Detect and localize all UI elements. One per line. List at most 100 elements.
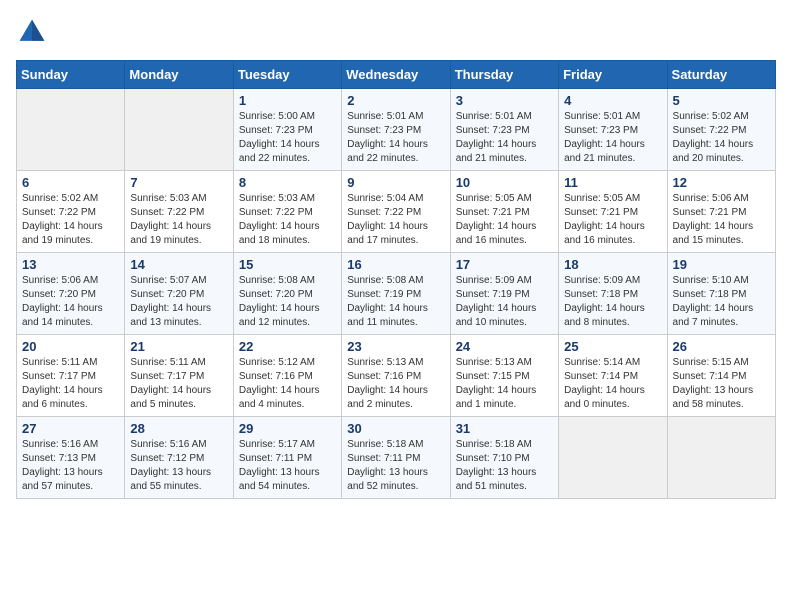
cell-info: Sunrise: 5:02 AM Sunset: 7:22 PM Dayligh… bbox=[673, 110, 770, 166]
cell-info: Sunrise: 5:11 AM Sunset: 7:17 PM Dayligh… bbox=[22, 356, 119, 412]
cell-info: Sunrise: 5:03 AM Sunset: 7:22 PM Dayligh… bbox=[239, 192, 336, 248]
day-number: 5 bbox=[673, 93, 770, 108]
day-number: 19 bbox=[673, 257, 770, 272]
calendar-cell: 28 Sunrise: 5:16 AM Sunset: 7:12 PM Dayli… bbox=[125, 417, 233, 499]
calendar-cell: 29 Sunrise: 5:17 AM Sunset: 7:11 PM Dayli… bbox=[233, 417, 341, 499]
day-number: 18 bbox=[564, 257, 661, 272]
calendar-cell: 17 Sunrise: 5:09 AM Sunset: 7:19 PM Dayli… bbox=[450, 253, 558, 335]
day-number: 16 bbox=[347, 257, 444, 272]
day-number: 4 bbox=[564, 93, 661, 108]
cell-info: Sunrise: 5:01 AM Sunset: 7:23 PM Dayligh… bbox=[564, 110, 661, 166]
cell-info: Sunrise: 5:12 AM Sunset: 7:16 PM Dayligh… bbox=[239, 356, 336, 412]
cell-info: Sunrise: 5:01 AM Sunset: 7:23 PM Dayligh… bbox=[456, 110, 553, 166]
cell-info: Sunrise: 5:17 AM Sunset: 7:11 PM Dayligh… bbox=[239, 438, 336, 494]
logo-icon bbox=[16, 16, 48, 48]
calendar-cell: 21 Sunrise: 5:11 AM Sunset: 7:17 PM Dayli… bbox=[125, 335, 233, 417]
calendar-cell bbox=[125, 89, 233, 171]
calendar-cell: 10 Sunrise: 5:05 AM Sunset: 7:21 PM Dayli… bbox=[450, 171, 558, 253]
day-number: 12 bbox=[673, 175, 770, 190]
day-number: 7 bbox=[130, 175, 227, 190]
cell-info: Sunrise: 5:07 AM Sunset: 7:20 PM Dayligh… bbox=[130, 274, 227, 330]
weekday-header-monday: Monday bbox=[125, 61, 233, 89]
calendar-cell: 15 Sunrise: 5:08 AM Sunset: 7:20 PM Dayli… bbox=[233, 253, 341, 335]
calendar-cell bbox=[667, 417, 775, 499]
cell-info: Sunrise: 5:18 AM Sunset: 7:11 PM Dayligh… bbox=[347, 438, 444, 494]
day-number: 30 bbox=[347, 421, 444, 436]
cell-info: Sunrise: 5:08 AM Sunset: 7:19 PM Dayligh… bbox=[347, 274, 444, 330]
calendar-cell: 12 Sunrise: 5:06 AM Sunset: 7:21 PM Dayli… bbox=[667, 171, 775, 253]
calendar-cell: 9 Sunrise: 5:04 AM Sunset: 7:22 PM Daylig… bbox=[342, 171, 450, 253]
calendar-cell bbox=[17, 89, 125, 171]
calendar-cell: 22 Sunrise: 5:12 AM Sunset: 7:16 PM Dayli… bbox=[233, 335, 341, 417]
cell-info: Sunrise: 5:06 AM Sunset: 7:21 PM Dayligh… bbox=[673, 192, 770, 248]
day-number: 17 bbox=[456, 257, 553, 272]
weekday-header-row: SundayMondayTuesdayWednesdayThursdayFrid… bbox=[17, 61, 776, 89]
weekday-header-wednesday: Wednesday bbox=[342, 61, 450, 89]
cell-info: Sunrise: 5:15 AM Sunset: 7:14 PM Dayligh… bbox=[673, 356, 770, 412]
calendar-cell: 5 Sunrise: 5:02 AM Sunset: 7:22 PM Daylig… bbox=[667, 89, 775, 171]
cell-info: Sunrise: 5:08 AM Sunset: 7:20 PM Dayligh… bbox=[239, 274, 336, 330]
calendar-cell: 2 Sunrise: 5:01 AM Sunset: 7:23 PM Daylig… bbox=[342, 89, 450, 171]
day-number: 10 bbox=[456, 175, 553, 190]
cell-info: Sunrise: 5:06 AM Sunset: 7:20 PM Dayligh… bbox=[22, 274, 119, 330]
calendar-cell: 8 Sunrise: 5:03 AM Sunset: 7:22 PM Daylig… bbox=[233, 171, 341, 253]
logo bbox=[16, 16, 52, 48]
calendar-cell bbox=[559, 417, 667, 499]
week-row-2: 6 Sunrise: 5:02 AM Sunset: 7:22 PM Daylig… bbox=[17, 171, 776, 253]
calendar-cell: 25 Sunrise: 5:14 AM Sunset: 7:14 PM Dayli… bbox=[559, 335, 667, 417]
cell-info: Sunrise: 5:04 AM Sunset: 7:22 PM Dayligh… bbox=[347, 192, 444, 248]
day-number: 2 bbox=[347, 93, 444, 108]
weekday-header-thursday: Thursday bbox=[450, 61, 558, 89]
calendar-cell: 30 Sunrise: 5:18 AM Sunset: 7:11 PM Dayli… bbox=[342, 417, 450, 499]
day-number: 6 bbox=[22, 175, 119, 190]
day-number: 13 bbox=[22, 257, 119, 272]
day-number: 27 bbox=[22, 421, 119, 436]
calendar-cell: 23Sunrise: 5:13 AM Sunset: 7:16 PM Dayli… bbox=[342, 335, 450, 417]
calendar-cell: 24Sunrise: 5:13 AM Sunset: 7:15 PM Dayli… bbox=[450, 335, 558, 417]
calendar-cell: 4 Sunrise: 5:01 AM Sunset: 7:23 PM Daylig… bbox=[559, 89, 667, 171]
week-row-1: 1 Sunrise: 5:00 AM Sunset: 7:23 PM Daylig… bbox=[17, 89, 776, 171]
day-number: 1 bbox=[239, 93, 336, 108]
day-number: 23 bbox=[347, 339, 444, 354]
cell-info: Sunrise: 5:05 AM Sunset: 7:21 PM Dayligh… bbox=[456, 192, 553, 248]
day-number: 11 bbox=[564, 175, 661, 190]
cell-info: Sunrise: 5:09 AM Sunset: 7:18 PM Dayligh… bbox=[564, 274, 661, 330]
cell-info: Sunrise: 5:14 AM Sunset: 7:14 PM Dayligh… bbox=[564, 356, 661, 412]
day-number: 21 bbox=[130, 339, 227, 354]
weekday-header-tuesday: Tuesday bbox=[233, 61, 341, 89]
day-number: 29 bbox=[239, 421, 336, 436]
day-number: 15 bbox=[239, 257, 336, 272]
day-number: 31 bbox=[456, 421, 553, 436]
day-number: 28 bbox=[130, 421, 227, 436]
cell-info: Sunrise: 5:09 AM Sunset: 7:19 PM Dayligh… bbox=[456, 274, 553, 330]
day-number: 22 bbox=[239, 339, 336, 354]
cell-info: Sunrise: 5:02 AM Sunset: 7:22 PM Dayligh… bbox=[22, 192, 119, 248]
day-number: 8 bbox=[239, 175, 336, 190]
week-row-5: 27 Sunrise: 5:16 AM Sunset: 7:13 PM Dayli… bbox=[17, 417, 776, 499]
cell-info: Sunrise: 5:01 AM Sunset: 7:23 PM Dayligh… bbox=[347, 110, 444, 166]
day-number: 26 bbox=[673, 339, 770, 354]
calendar-cell: 31 Sunrise: 5:18 AM Sunset: 7:10 PM Dayli… bbox=[450, 417, 558, 499]
calendar-cell: 18 Sunrise: 5:09 AM Sunset: 7:18 PM Dayli… bbox=[559, 253, 667, 335]
cell-info: Sunrise: 5:16 AM Sunset: 7:13 PM Dayligh… bbox=[22, 438, 119, 494]
calendar-table: SundayMondayTuesdayWednesdayThursdayFrid… bbox=[16, 60, 776, 499]
day-number: 20 bbox=[22, 339, 119, 354]
calendar-cell: 7Sunrise: 5:03 AM Sunset: 7:22 PM Daylig… bbox=[125, 171, 233, 253]
day-number: 25 bbox=[564, 339, 661, 354]
calendar-cell: 14Sunrise: 5:07 AM Sunset: 7:20 PM Dayli… bbox=[125, 253, 233, 335]
day-number: 9 bbox=[347, 175, 444, 190]
cell-info: Sunrise: 5:16 AM Sunset: 7:12 PM Dayligh… bbox=[130, 438, 227, 494]
calendar-cell: 6 Sunrise: 5:02 AM Sunset: 7:22 PM Daylig… bbox=[17, 171, 125, 253]
page-header bbox=[16, 16, 776, 48]
calendar-cell: 11 Sunrise: 5:05 AM Sunset: 7:21 PM Dayli… bbox=[559, 171, 667, 253]
calendar-cell: 27 Sunrise: 5:16 AM Sunset: 7:13 PM Dayli… bbox=[17, 417, 125, 499]
calendar-cell: 20 Sunrise: 5:11 AM Sunset: 7:17 PM Dayli… bbox=[17, 335, 125, 417]
week-row-4: 20 Sunrise: 5:11 AM Sunset: 7:17 PM Dayli… bbox=[17, 335, 776, 417]
cell-info: Sunrise: 5:05 AM Sunset: 7:21 PM Dayligh… bbox=[564, 192, 661, 248]
cell-info: Sunrise: 5:11 AM Sunset: 7:17 PM Dayligh… bbox=[130, 356, 227, 412]
cell-info: Sunrise: 5:18 AM Sunset: 7:10 PM Dayligh… bbox=[456, 438, 553, 494]
cell-info: Sunrise: 5:00 AM Sunset: 7:23 PM Dayligh… bbox=[239, 110, 336, 166]
weekday-header-sunday: Sunday bbox=[17, 61, 125, 89]
calendar-cell: 1 Sunrise: 5:00 AM Sunset: 7:23 PM Daylig… bbox=[233, 89, 341, 171]
calendar-cell: 3Sunrise: 5:01 AM Sunset: 7:23 PM Daylig… bbox=[450, 89, 558, 171]
